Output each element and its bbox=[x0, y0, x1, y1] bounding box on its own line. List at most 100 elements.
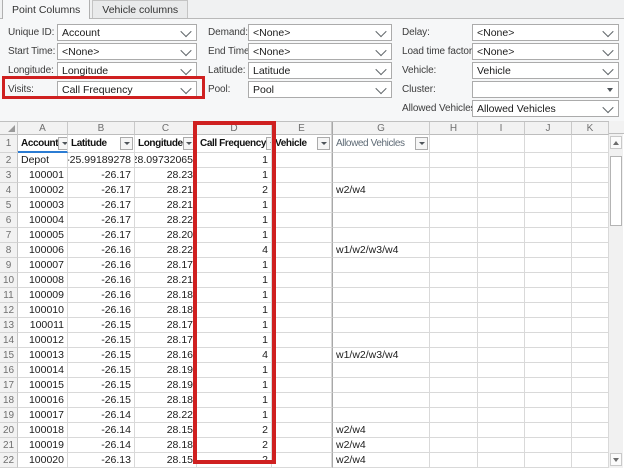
cell-G15[interactable]: w1/w2/w3/w4 bbox=[332, 348, 430, 363]
row-header-19[interactable]: 19 bbox=[0, 408, 18, 423]
empty-header-H[interactable] bbox=[430, 135, 478, 153]
row-header-20[interactable]: 20 bbox=[0, 423, 18, 438]
cell-J7[interactable] bbox=[525, 228, 572, 243]
cell-B14[interactable]: -26.15 bbox=[68, 333, 135, 348]
cell-B10[interactable]: -26.16 bbox=[68, 273, 135, 288]
cell-K18[interactable] bbox=[572, 393, 609, 408]
cell-K6[interactable] bbox=[572, 213, 609, 228]
vertical-scrollbar[interactable] bbox=[609, 134, 623, 468]
scrollbar-thumb[interactable] bbox=[610, 156, 622, 226]
row-header-22[interactable]: 22 bbox=[0, 453, 18, 468]
row-header-9[interactable]: 9 bbox=[0, 258, 18, 273]
cell-K8[interactable] bbox=[572, 243, 609, 258]
cell-C7[interactable]: 28.20 bbox=[135, 228, 197, 243]
cell-B21[interactable]: -26.14 bbox=[68, 438, 135, 453]
row-header-1[interactable]: 1 bbox=[0, 135, 18, 153]
cell-B15[interactable]: -26.15 bbox=[68, 348, 135, 363]
scroll-up-button[interactable] bbox=[610, 136, 622, 149]
cell-H3[interactable] bbox=[430, 168, 478, 183]
cell-D2[interactable]: 1 bbox=[197, 153, 272, 168]
cell-G14[interactable] bbox=[332, 333, 430, 348]
field-allowed-vehicles-combo[interactable]: Allowed Vehicles bbox=[472, 100, 619, 117]
cell-E8[interactable] bbox=[272, 243, 332, 258]
cell-H4[interactable] bbox=[430, 183, 478, 198]
cell-G17[interactable] bbox=[332, 378, 430, 393]
cell-A16[interactable]: 100014 bbox=[18, 363, 68, 378]
cell-G5[interactable] bbox=[332, 198, 430, 213]
column-header-K[interactable]: K bbox=[572, 122, 609, 135]
cell-E15[interactable] bbox=[272, 348, 332, 363]
cell-B5[interactable]: -26.17 bbox=[68, 198, 135, 213]
cell-H16[interactable] bbox=[430, 363, 478, 378]
tab-vehicle-columns[interactable]: Vehicle columns bbox=[92, 0, 188, 18]
cell-B12[interactable]: -26.16 bbox=[68, 303, 135, 318]
cell-I18[interactable] bbox=[478, 393, 525, 408]
cell-D9[interactable]: 1 bbox=[197, 258, 272, 273]
cell-K13[interactable] bbox=[572, 318, 609, 333]
cell-J22[interactable] bbox=[525, 453, 572, 468]
cell-A2[interactable]: Depot bbox=[18, 153, 68, 168]
cell-G21[interactable]: w2/w4 bbox=[332, 438, 430, 453]
field-longitude-combo[interactable]: Longitude bbox=[57, 62, 197, 79]
cell-J21[interactable] bbox=[525, 438, 572, 453]
cell-H19[interactable] bbox=[430, 408, 478, 423]
cell-D22[interactable]: 2 bbox=[197, 453, 272, 468]
cell-K17[interactable] bbox=[572, 378, 609, 393]
field-header-E[interactable]: Vehicle bbox=[272, 135, 332, 153]
cell-J8[interactable] bbox=[525, 243, 572, 258]
cell-E9[interactable] bbox=[272, 258, 332, 273]
cell-J4[interactable] bbox=[525, 183, 572, 198]
empty-header-J[interactable] bbox=[525, 135, 572, 153]
cell-G18[interactable] bbox=[332, 393, 430, 408]
select-all-corner[interactable] bbox=[0, 122, 18, 135]
cell-I14[interactable] bbox=[478, 333, 525, 348]
cell-B4[interactable]: -26.17 bbox=[68, 183, 135, 198]
cell-J12[interactable] bbox=[525, 303, 572, 318]
cell-C14[interactable]: 28.17 bbox=[135, 333, 197, 348]
row-header-4[interactable]: 4 bbox=[0, 183, 18, 198]
field-header-B[interactable]: Latitude bbox=[68, 135, 135, 153]
cell-G12[interactable] bbox=[332, 303, 430, 318]
cell-A12[interactable]: 100010 bbox=[18, 303, 68, 318]
cell-A3[interactable]: 100001 bbox=[18, 168, 68, 183]
cell-B11[interactable]: -26.16 bbox=[68, 288, 135, 303]
row-header-11[interactable]: 11 bbox=[0, 288, 18, 303]
cell-A20[interactable]: 100018 bbox=[18, 423, 68, 438]
cell-C2[interactable]: 28.09732065 bbox=[135, 153, 197, 168]
row-header-16[interactable]: 16 bbox=[0, 363, 18, 378]
field-header-D[interactable]: Call Frequency bbox=[197, 135, 272, 153]
cell-K2[interactable] bbox=[572, 153, 609, 168]
cell-A10[interactable]: 100008 bbox=[18, 273, 68, 288]
row-header-12[interactable]: 12 bbox=[0, 303, 18, 318]
cell-I2[interactable] bbox=[478, 153, 525, 168]
cell-J19[interactable] bbox=[525, 408, 572, 423]
cell-C22[interactable]: 28.15 bbox=[135, 453, 197, 468]
field-end-time-combo[interactable]: <None> bbox=[248, 43, 392, 60]
cell-C19[interactable]: 28.22 bbox=[135, 408, 197, 423]
field-visits-combo[interactable]: Call Frequency bbox=[57, 81, 197, 98]
cell-C11[interactable]: 28.18 bbox=[135, 288, 197, 303]
cell-D17[interactable]: 1 bbox=[197, 378, 272, 393]
cell-K16[interactable] bbox=[572, 363, 609, 378]
cell-I16[interactable] bbox=[478, 363, 525, 378]
column-header-A[interactable]: A bbox=[18, 122, 68, 135]
cell-H21[interactable] bbox=[430, 438, 478, 453]
cell-G7[interactable] bbox=[332, 228, 430, 243]
cell-E6[interactable] bbox=[272, 213, 332, 228]
row-header-13[interactable]: 13 bbox=[0, 318, 18, 333]
cell-C17[interactable]: 28.19 bbox=[135, 378, 197, 393]
cell-H12[interactable] bbox=[430, 303, 478, 318]
cell-D19[interactable]: 1 bbox=[197, 408, 272, 423]
empty-header-I[interactable] bbox=[478, 135, 525, 153]
cell-H10[interactable] bbox=[430, 273, 478, 288]
column-header-J[interactable]: J bbox=[525, 122, 572, 135]
cell-J13[interactable] bbox=[525, 318, 572, 333]
filter-dropdown-button[interactable] bbox=[120, 137, 133, 150]
cell-E5[interactable] bbox=[272, 198, 332, 213]
cell-J17[interactable] bbox=[525, 378, 572, 393]
cell-A17[interactable]: 100015 bbox=[18, 378, 68, 393]
cell-E7[interactable] bbox=[272, 228, 332, 243]
cell-K7[interactable] bbox=[572, 228, 609, 243]
cell-K9[interactable] bbox=[572, 258, 609, 273]
cell-H11[interactable] bbox=[430, 288, 478, 303]
